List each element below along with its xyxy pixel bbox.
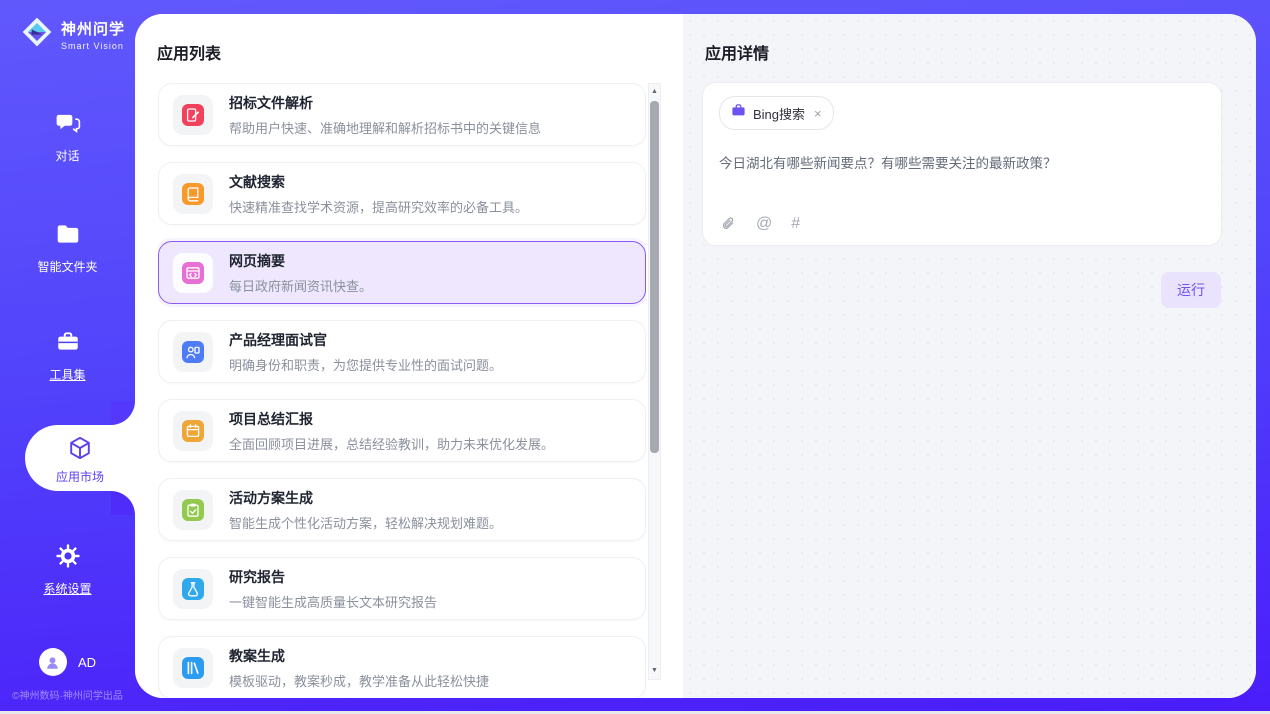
folder-icon [55, 234, 81, 251]
sidebar: 神州问学 Smart Vision 对话 智能文件夹 工具集 [0, 0, 135, 711]
sidebar-item-label: 智能文件夹 [0, 258, 135, 275]
sidebar-item-chat[interactable]: 对话 [0, 110, 135, 164]
app-card-research-report[interactable]: 研究报告 一键智能生成高质量长文本研究报告 [158, 557, 646, 620]
app-card-pm-interviewer[interactable]: 产品经理面试官 明确身份和职责，为您提供专业性的面试问题。 [158, 320, 646, 383]
app-title: 研究报告 [229, 567, 437, 587]
app-title: 项目总结汇报 [229, 409, 554, 429]
app-frame: 神州问学 Smart Vision 对话 智能文件夹 工具集 [0, 0, 1270, 711]
sidebar-item-label: 系统设置 [0, 580, 135, 597]
sidebar-item-toolset[interactable]: 工具集 [0, 329, 135, 383]
app-title: 招标文件解析 [229, 93, 541, 113]
user-account[interactable]: AD [0, 648, 135, 676]
close-icon[interactable]: × [814, 106, 822, 121]
main-content: 应用列表 招标文件解析 帮助用户快速、准确地理解和解析招标书中的关键信息 [135, 14, 1256, 698]
tool-chip-bing-search[interactable]: Bing搜索 × [719, 96, 834, 130]
app-title: 活动方案生成 [229, 488, 502, 508]
tool-chip-label: Bing搜索 [753, 104, 805, 123]
app-description: 全面回顾项目进展，总结经验教训，助力未来优化发展。 [229, 434, 554, 453]
books-icon [182, 657, 204, 679]
sidebar-item-settings[interactable]: 系统设置 [0, 543, 135, 597]
app-card-lesson-plan-generation[interactable]: 教案生成 模板驱动，教案秒成，教学准备从此轻松快捷 [158, 636, 646, 698]
user-name: AD [78, 655, 96, 670]
chat-icon [55, 123, 81, 140]
active-notch-curve-bottom [111, 491, 135, 515]
app-description: 快速精准查找学术资源，提高研究效率的必备工具。 [229, 197, 528, 216]
sidebar-item-label: 工具集 [0, 366, 135, 383]
sidebar-item-app-market[interactable]: 应用市场 [25, 425, 135, 491]
app-card-bid-document-parsing[interactable]: 招标文件解析 帮助用户快速、准确地理解和解析招标书中的关键信息 [158, 83, 646, 146]
app-description: 智能生成个性化活动方案，轻松解决规划难题。 [229, 513, 502, 532]
app-description: 一键智能生成高质量长文本研究报告 [229, 592, 437, 611]
brand-subtitle: Smart Vision [61, 41, 125, 51]
flask-icon [182, 578, 204, 600]
document-edit-icon [182, 104, 204, 126]
avatar [39, 648, 67, 676]
app-card-event-plan-generation[interactable]: 活动方案生成 智能生成个性化活动方案，轻松解决规划难题。 [158, 478, 646, 541]
webpage-code-icon [182, 262, 204, 284]
scrollbar-thumb[interactable] [650, 101, 659, 453]
briefcase-icon [731, 103, 746, 123]
calendar-icon [182, 420, 204, 442]
gear-icon [55, 556, 81, 573]
app-detail-panel: 应用详情 Bing搜索 × 今日湖北有哪些新闻要点？有哪些需要关注的最新政策？ … [683, 14, 1256, 698]
app-list-panel: 应用列表 招标文件解析 帮助用户快速、准确地理解和解析招标书中的关键信息 [135, 14, 683, 698]
composer-actions: @ # [721, 215, 800, 233]
app-title: 产品经理面试官 [229, 330, 502, 350]
app-description: 模板驱动，教案秒成，教学准备从此轻松快捷 [229, 671, 489, 690]
app-list-scrollbar[interactable]: ▲ ▼ [648, 83, 661, 680]
brand-logo: 神州问学 Smart Vision [20, 15, 125, 54]
app-description: 帮助用户快速、准确地理解和解析招标书中的关键信息 [229, 118, 541, 137]
app-description: 明确身份和职责，为您提供专业性的面试问题。 [229, 355, 502, 374]
cube-icon [67, 448, 93, 465]
app-title: 文献搜索 [229, 172, 528, 192]
app-list-title: 应用列表 [157, 40, 221, 64]
app-title: 网页摘要 [229, 251, 372, 271]
scroll-up-icon[interactable]: ▲ [649, 85, 660, 99]
book-icon [182, 183, 204, 205]
brand-name: 神州问学 [61, 21, 125, 38]
active-notch-curve-top [111, 401, 135, 425]
app-card-webpage-summary[interactable]: 网页摘要 每日政府新闻资讯快查。 [158, 241, 646, 304]
sidebar-item-label: 对话 [0, 147, 135, 164]
app-title: 教案生成 [229, 646, 489, 666]
app-description: 每日政府新闻资讯快查。 [229, 276, 372, 295]
attachment-icon[interactable] [721, 216, 737, 232]
app-card-literature-search[interactable]: 文献搜索 快速精准查找学术资源，提高研究效率的必备工具。 [158, 162, 646, 225]
app-list: 招标文件解析 帮助用户快速、准确地理解和解析招标书中的关键信息 文献搜索 快速精… [158, 83, 646, 698]
toolbox-icon [55, 342, 81, 359]
sidebar-item-smart-folder[interactable]: 智能文件夹 [0, 221, 135, 275]
copyright-footer: ©神州数码·神州问学出品 [0, 687, 135, 702]
sidebar-item-label: 应用市场 [25, 468, 135, 485]
diamond-logo-icon [20, 15, 54, 54]
mention-icon[interactable]: @ [756, 215, 772, 233]
scroll-down-icon[interactable]: ▼ [649, 664, 660, 678]
interviewer-icon [182, 341, 204, 363]
run-button[interactable]: 运行 [1161, 272, 1221, 308]
query-input[interactable]: 今日湖北有哪些新闻要点？有哪些需要关注的最新政策？ [719, 152, 1205, 172]
topic-icon[interactable]: # [791, 215, 800, 233]
app-card-project-summary[interactable]: 项目总结汇报 全面回顾项目进展，总结经验教训，助力未来优化发展。 [158, 399, 646, 462]
composer-card: Bing搜索 × 今日湖北有哪些新闻要点？有哪些需要关注的最新政策？ @ # [702, 82, 1222, 246]
clipboard-check-icon [182, 499, 204, 521]
app-detail-title: 应用详情 [705, 40, 769, 64]
